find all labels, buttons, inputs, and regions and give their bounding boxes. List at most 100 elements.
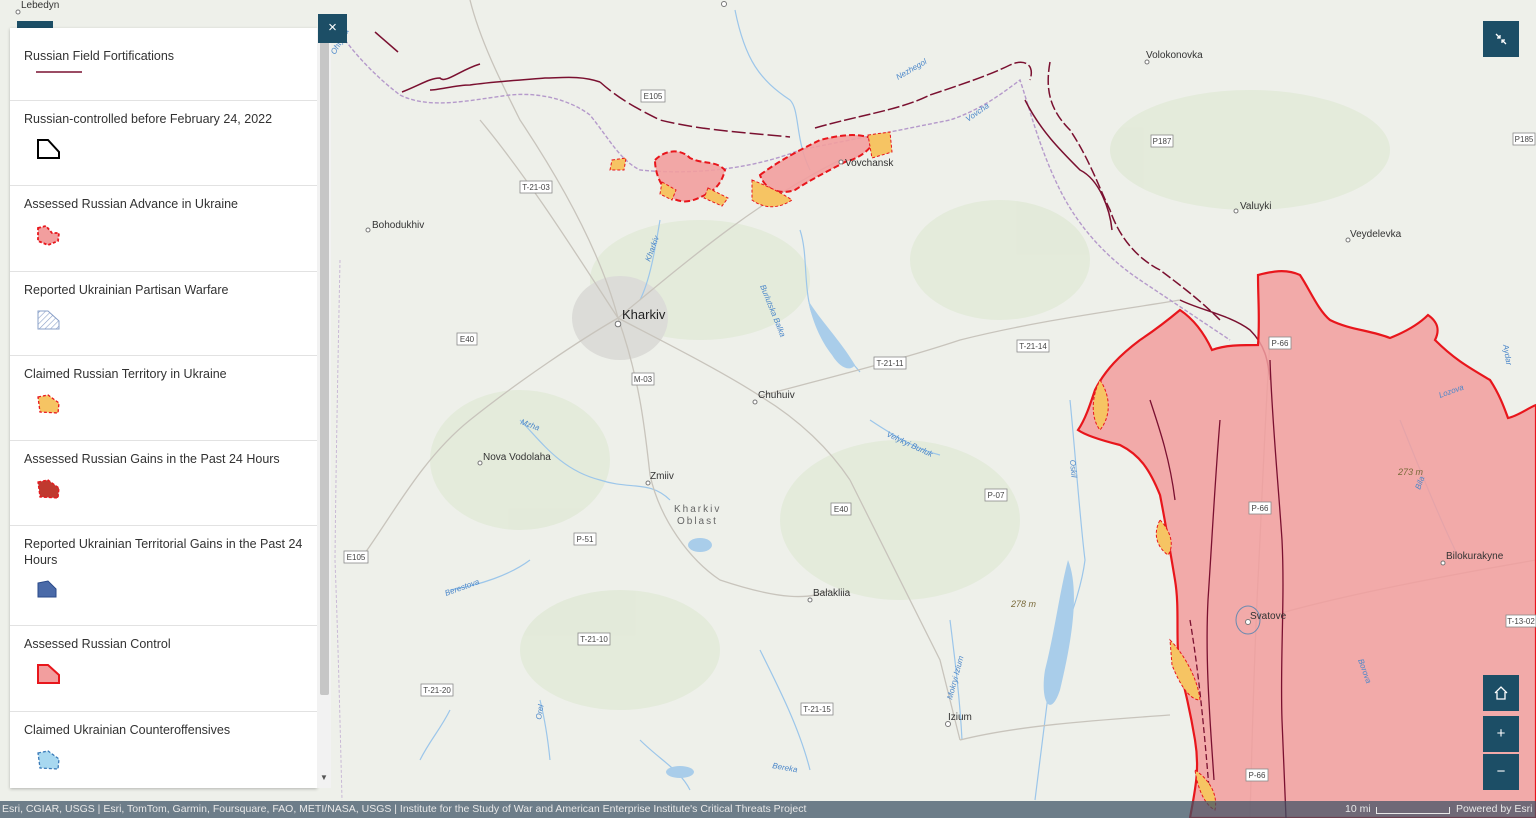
home-button[interactable]	[1483, 675, 1519, 711]
legend-item-gains-24h: Assessed Russian Gains in the Past 24 Ho…	[10, 440, 317, 526]
fortification-line-icon	[36, 71, 82, 73]
svg-text:P185: P185	[1515, 135, 1534, 144]
gains-polygon-icon	[37, 479, 60, 499]
ukrainian-gains-icon	[37, 580, 57, 598]
svg-text:M-03: M-03	[634, 375, 653, 384]
road-shield: T-21-15	[800, 702, 834, 716]
zoom-out-button[interactable]: −	[1483, 754, 1519, 790]
svg-text:P-51: P-51	[577, 535, 594, 544]
road-shield: T-21-03	[519, 180, 553, 194]
svg-text:T-21-03: T-21-03	[522, 183, 550, 192]
legend-item-label: Claimed Ukrainian Counteroffensives	[24, 723, 231, 737]
hatched-polygon-icon	[37, 310, 60, 330]
legend-item-label: Assessed Russian Control	[24, 637, 171, 651]
svg-text:P-07: P-07	[988, 491, 1005, 500]
polygon-outline-icon	[37, 139, 60, 159]
oblast-label-line1: Kharkiv	[674, 504, 721, 515]
place-chuhuiv: Chuhuiv	[758, 390, 795, 401]
road-shield: P-51	[573, 532, 597, 546]
legend-item-pre-2022: Russian-controlled before February 24, 2…	[10, 100, 317, 186]
legend-item-claimed-russian: Claimed Russian Territory in Ukraine	[10, 355, 317, 441]
road-shield: P-66	[1268, 336, 1292, 350]
place-izium: Izium	[948, 712, 972, 723]
road-shield: T-21-11	[873, 356, 907, 370]
control-polygon-icon	[37, 664, 60, 684]
road-shield: T-21-10	[577, 632, 611, 646]
legend-item-russian-control: Assessed Russian Control	[10, 625, 317, 712]
place-kharkiv: Kharkiv	[622, 307, 666, 322]
scale-bar	[1376, 807, 1450, 814]
road-shield: P187	[1150, 134, 1174, 148]
scale-label: 10 mi	[1345, 803, 1371, 815]
legend-item-label: Assessed Russian Advance in Ukraine	[24, 197, 239, 211]
river-label: Oskil	[1068, 459, 1079, 478]
collapse-arrows-svg	[1495, 33, 1507, 45]
place-nova-vodolaha: Nova Vodolaha	[483, 452, 551, 463]
attribution-bar: Esri, CGIAR, USGS | Esri, TomTom, Garmin…	[0, 801, 1536, 818]
place-veydelevka: Veydelevka	[1350, 229, 1402, 240]
elevation-label: 273 m	[1397, 467, 1424, 477]
collapse-arrows-icon[interactable]	[1483, 21, 1519, 57]
advance-polygon-icon	[37, 225, 61, 246]
svg-text:T-21-20: T-21-20	[423, 686, 451, 695]
legend-item-label: Claimed Russian Territory in Ukraine	[24, 367, 227, 381]
place-balakliia: Balakliia	[813, 588, 851, 599]
svg-text:T-21-10: T-21-10	[580, 635, 608, 644]
place-volokonovka: Volokonovka	[1146, 50, 1203, 61]
claimed-territory-icon	[37, 394, 60, 414]
counteroffensive-icon	[37, 750, 60, 770]
svg-text:T-21-15: T-21-15	[803, 705, 831, 714]
attribution-text[interactable]: Esri, CGIAR, USGS | Esri, TomTom, Garmin…	[2, 801, 806, 818]
place-zmiiv: Zmiiv	[650, 471, 674, 482]
road-shield: P185	[1512, 132, 1536, 146]
svg-text:P187: P187	[1153, 137, 1172, 146]
legend-item-label: Russian-controlled before February 24, 2…	[24, 112, 273, 126]
legend-item-ukrainian-gains: Reported Ukrainian Territorial Gains in …	[10, 525, 317, 626]
legend-item-label: Assessed Russian Gains in the Past 24 Ho…	[24, 452, 280, 466]
legend-item-russian-advance: Assessed Russian Advance in Ukraine	[10, 185, 317, 272]
place-lebedyn: Lebedyn	[21, 0, 60, 11]
place-bilokurakyne: Bilokurakyne	[1446, 551, 1504, 562]
place-bohodukhiv: Bohodukhiv	[372, 220, 424, 231]
elevation-label: 278 m	[1010, 599, 1037, 609]
place-valuyki: Valuyki	[1240, 201, 1272, 212]
svg-text:P-66: P-66	[1252, 504, 1269, 513]
zoom-in-button[interactable]: +	[1483, 716, 1519, 752]
legend-item-label: Russian Field Fortifications	[24, 49, 175, 63]
road-shield: E40	[830, 502, 852, 516]
home-icon	[1494, 686, 1508, 700]
legend-item-label: Reported Ukrainian Partisan Warfare	[24, 283, 229, 297]
svg-text:T-21-11: T-21-11	[877, 359, 905, 368]
svg-text:P-66: P-66	[1272, 339, 1289, 348]
road-shield: T-21-14	[1016, 339, 1050, 353]
svg-text:E40: E40	[834, 505, 849, 514]
legend-item-counteroffensives: Claimed Ukrainian Counteroffensives	[10, 711, 317, 788]
road-shield: P-07	[984, 488, 1008, 502]
svg-text:P-66: P-66	[1249, 771, 1266, 780]
svg-text:T-21-14: T-21-14	[1019, 342, 1047, 351]
road-shield: E105	[343, 550, 369, 564]
oblast-label-line2: Oblast	[677, 516, 718, 527]
scroll-down-arrow-icon[interactable]: ▼	[319, 773, 329, 783]
powered-by-esri[interactable]: Powered by Esri	[1456, 801, 1532, 818]
svg-text:T-13-02: T-13-02	[1507, 617, 1535, 626]
svg-text:E40: E40	[460, 335, 475, 344]
legend-scrollbar-thumb[interactable]	[320, 40, 329, 695]
road-shield: E40	[456, 332, 478, 346]
place-vovchansk: Vovchansk	[845, 158, 894, 169]
legend-panel: Russian Field Fortifications Russian-con…	[10, 28, 317, 788]
road-shield: M-03	[631, 372, 655, 386]
road-shield: P-66	[1245, 768, 1269, 782]
legend-item-label: Reported Ukrainian Territorial Gains in …	[24, 537, 303, 567]
road-shield: P-66	[1248, 501, 1272, 515]
legend-item-partisan: Reported Ukrainian Partisan Warfare	[10, 271, 317, 356]
road-shield: E105	[640, 89, 666, 103]
close-legend-button[interactable]: ×	[318, 14, 347, 43]
road-shield: T-13-02	[1505, 614, 1536, 628]
place-svatove: Svatove	[1250, 611, 1287, 622]
svg-text:E105: E105	[644, 92, 663, 101]
legend-item-fortifications: Russian Field Fortifications	[10, 28, 317, 101]
svg-text:E105: E105	[347, 553, 366, 562]
road-shield: T-21-20	[420, 683, 454, 697]
legend-tab-indicator	[17, 21, 53, 28]
